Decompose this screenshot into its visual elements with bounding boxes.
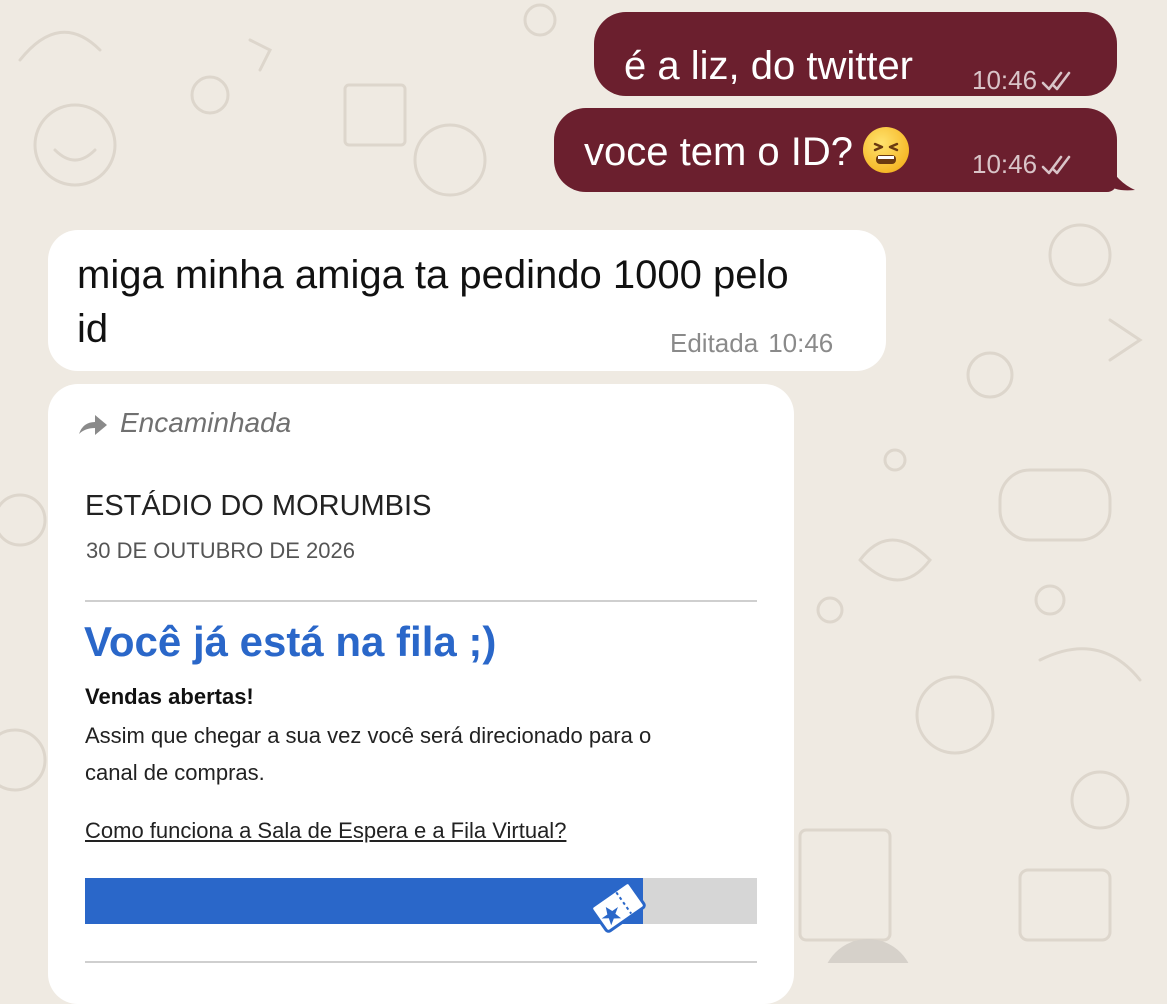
message-time: 10:46 [972,149,1038,179]
queue-progress-bar [85,878,757,933]
outgoing-message[interactable]: voce tem o ID? 10:46 [554,108,1117,192]
event-date: 30 DE OUTUBRO DE 2026 [86,538,355,563]
message-time: 10:46 [972,65,1038,95]
forward-arrow-icon [79,415,107,435]
forwarded-message[interactable]: Encaminhada ESTÁDIO DO MORUMBIS 30 DE OU… [48,384,794,1004]
status-line1: Assim que chegar a sua vez você será dir… [85,723,652,748]
outgoing-message[interactable]: é a liz, do twitter 10:46 [594,12,1117,96]
divider [85,600,757,602]
help-link[interactable]: Como funciona a Sala de Espera e a Fila … [85,818,566,844]
scroll-button [827,939,909,963]
message-time: 10:46 [768,328,834,358]
message-text-line: voce tem o ID? [584,127,910,177]
double-check-icon [1041,155,1071,174]
bubble-tail [1107,162,1135,191]
message-text: é a liz, do twitter [624,44,914,88]
status-title: Vendas abertas! [85,684,254,709]
queue-progress-fill [85,878,643,924]
queue-heading: Você já está na fila ;) [84,618,497,665]
tired-face-emoji [863,127,910,174]
message-meta: 10:46 [972,149,1073,180]
double-check-icon [1041,71,1071,90]
incoming-message[interactable]: miga minha amiga ta pedindo 1000 pelo id… [48,230,886,371]
edited-label: Editada [670,328,759,358]
status-line2: canal de compras. [85,760,265,785]
message-text-line2: id [77,307,109,351]
forwarded-label: Encaminhada [120,407,292,438]
venue-title: ESTÁDIO DO MORUMBIS [85,490,432,522]
message-text: voce tem o ID? [584,130,854,174]
message-meta: 10:46 [972,65,1073,96]
message-text-line1: miga minha amiga ta pedindo 1000 pelo [77,253,789,297]
ticket-icon [589,881,646,933]
message-meta: Editada 10:46 [670,328,833,359]
